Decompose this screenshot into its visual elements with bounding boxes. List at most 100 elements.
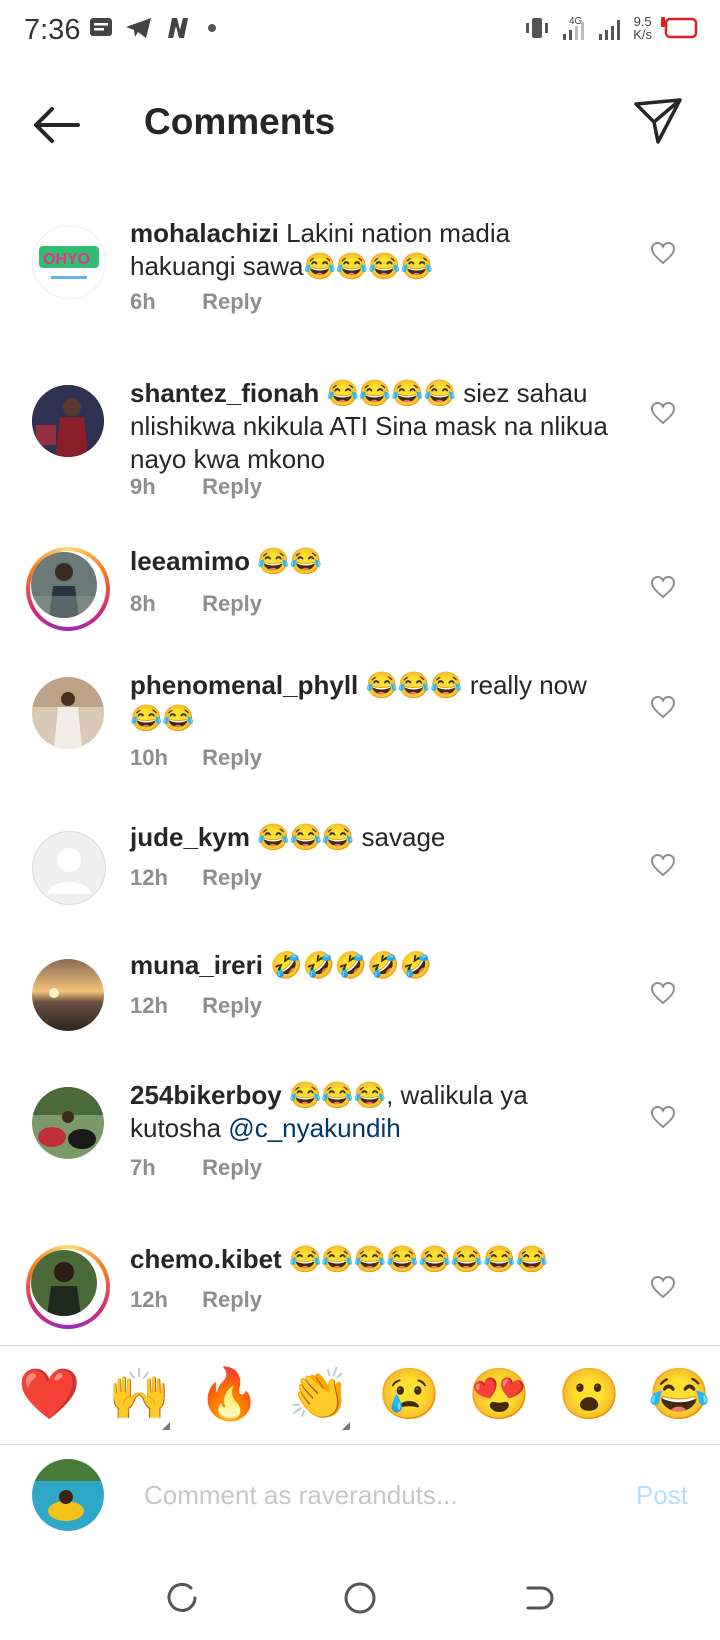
emoji-heart-button[interactable]: ❤️	[18, 1368, 80, 1420]
emoji-clapping-button[interactable]: 👏	[288, 1368, 350, 1420]
comment-username[interactable]: leeamimo	[130, 546, 250, 576]
comment-text: jude_kym 😂😂😂 savage	[130, 821, 620, 854]
signal-4g-icon: 4G	[563, 16, 585, 40]
send-icon[interactable]	[632, 96, 684, 148]
comment-text: 254bikerboy 😂😂😂, walikula ya kutosha @c_…	[130, 1079, 620, 1145]
emoji-heart-eyes-button[interactable]: 😍	[468, 1368, 530, 1420]
avatar-story-ring[interactable]	[26, 1245, 110, 1329]
like-heart-icon[interactable]	[650, 1275, 676, 1299]
like-heart-icon[interactable]	[650, 981, 676, 1005]
comment-meta: 6h Reply	[130, 289, 262, 315]
status-bar: 7:36 4G 9.5 K/s	[0, 0, 720, 66]
like-heart-icon[interactable]	[650, 1105, 676, 1129]
message-notification-icon	[90, 18, 112, 36]
comment-input[interactable]	[142, 1474, 586, 1516]
like-heart-icon[interactable]	[650, 575, 676, 599]
comment-meta: 12h Reply	[130, 865, 262, 891]
avatar	[31, 1250, 97, 1316]
comment-text: mohalachizi Lakini nation madia hakuangi…	[130, 217, 620, 283]
own-avatar[interactable]	[32, 1459, 104, 1531]
emoji-surprised-button[interactable]: 😮	[558, 1368, 620, 1420]
comment-text: shantez_fionah 😂😂😂😂 siez sahau nlishikwa…	[130, 377, 620, 476]
avatar[interactable]	[32, 831, 106, 905]
comment-meta: 8h Reply	[130, 591, 262, 617]
comment-username[interactable]: chemo.kibet	[130, 1244, 282, 1274]
reply-button[interactable]: Reply	[202, 591, 262, 616]
post-button[interactable]: Post	[636, 1480, 688, 1511]
reply-button[interactable]: Reply	[202, 289, 262, 314]
avatar[interactable]	[32, 1087, 104, 1159]
emoji-raised-hands-button[interactable]: 🙌	[108, 1368, 170, 1420]
comment-meta: 10h Reply	[130, 745, 262, 771]
avatar	[31, 552, 97, 618]
avatar[interactable]	[32, 959, 104, 1031]
telegram-icon	[126, 18, 151, 38]
comment-meta: 12h Reply	[130, 993, 262, 1019]
home-icon[interactable]	[342, 1580, 378, 1616]
avatar-story-ring[interactable]	[26, 547, 110, 631]
system-nav-bar	[0, 1558, 720, 1640]
comment-meta: 12h Reply	[130, 1287, 262, 1313]
header: Comments	[0, 66, 720, 181]
svg-text:4G: 4G	[569, 16, 583, 27]
like-heart-icon[interactable]	[650, 695, 676, 719]
like-heart-icon[interactable]	[650, 853, 676, 877]
comment-time: 9h	[130, 474, 156, 499]
comment-meta: 9h Reply	[130, 474, 262, 500]
comment-username[interactable]: muna_ireri	[130, 950, 263, 980]
comment-time: 10h	[130, 745, 168, 770]
comment-text: chemo.kibet 😂😂😂😂😂😂😂😂	[130, 1243, 620, 1276]
comment-time: 12h	[130, 865, 168, 890]
comment-username[interactable]: phenomenal_phyll	[130, 670, 358, 700]
battery-icon	[661, 17, 698, 39]
comment-time: 8h	[130, 591, 156, 616]
comment-composer: Post	[0, 1444, 720, 1558]
reply-button[interactable]: Reply	[202, 993, 262, 1018]
comment-username[interactable]: jude_kym	[130, 822, 250, 852]
comment-username[interactable]: 254bikerboy	[130, 1080, 282, 1110]
comment-body: 😂😂😂😂😂😂😂😂	[288, 1244, 548, 1274]
comment-body: 🤣🤣🤣🤣🤣	[270, 950, 433, 980]
page-title: Comments	[144, 101, 336, 142]
recent-apps-icon[interactable]	[165, 1580, 201, 1616]
status-right-icons: 4G 9.5 K/s	[523, 14, 698, 42]
vibrate-icon	[526, 18, 549, 38]
emoji-laughing-button[interactable]: 😂	[648, 1368, 710, 1420]
comment-body: 😂😂😂 savage	[257, 822, 446, 852]
quick-emoji-bar: ❤️ 🙌 🔥 👏 😢 😍 😮 😂	[0, 1346, 720, 1444]
like-heart-icon[interactable]	[650, 401, 676, 425]
skin-tone-indicator-icon	[342, 1422, 350, 1430]
signal-bars-icon	[599, 20, 621, 40]
like-heart-icon[interactable]	[650, 241, 676, 265]
comment-username[interactable]: mohalachizi	[130, 218, 279, 248]
avatar[interactable]	[32, 385, 104, 457]
notification-icons	[88, 16, 216, 40]
reply-button[interactable]: Reply	[202, 865, 262, 890]
avatar[interactable]	[32, 677, 104, 749]
comment-time: 6h	[130, 289, 156, 314]
reply-button[interactable]: Reply	[202, 474, 262, 499]
svg-text:OHYO: OHYO	[43, 251, 90, 268]
emoji-crying-button[interactable]: 😢	[378, 1368, 440, 1420]
comments-list[interactable]: OHYO mohalachizi Lakini nation madia hak…	[0, 181, 720, 1345]
network-speed: 9.5 K/s	[633, 14, 652, 42]
comment-meta: 7h Reply	[130, 1155, 262, 1181]
avatar[interactable]: OHYO	[32, 225, 106, 299]
comment-text: phenomenal_phyll 😂😂😂 really now 😂😂	[130, 669, 620, 735]
back-arrow-icon[interactable]	[28, 102, 84, 148]
comment-time: 12h	[130, 1287, 168, 1312]
back-nav-icon[interactable]	[520, 1580, 556, 1616]
emoji-fire-button[interactable]: 🔥	[198, 1368, 260, 1420]
comment-time: 12h	[130, 993, 168, 1018]
netflix-icon	[168, 18, 188, 38]
comment-body: 😂😂	[257, 546, 322, 576]
status-time: 7:36	[24, 14, 81, 46]
comment-time: 7h	[130, 1155, 156, 1180]
skin-tone-indicator-icon	[162, 1422, 170, 1430]
reply-button[interactable]: Reply	[202, 1287, 262, 1312]
comment-username[interactable]: shantez_fionah	[130, 378, 319, 408]
reply-button[interactable]: Reply	[202, 1155, 262, 1180]
reply-button[interactable]: Reply	[202, 745, 262, 770]
comment-text: leeamimo 😂😂	[130, 545, 620, 578]
comment-mention-link[interactable]: @c_nyakundih	[228, 1113, 400, 1143]
